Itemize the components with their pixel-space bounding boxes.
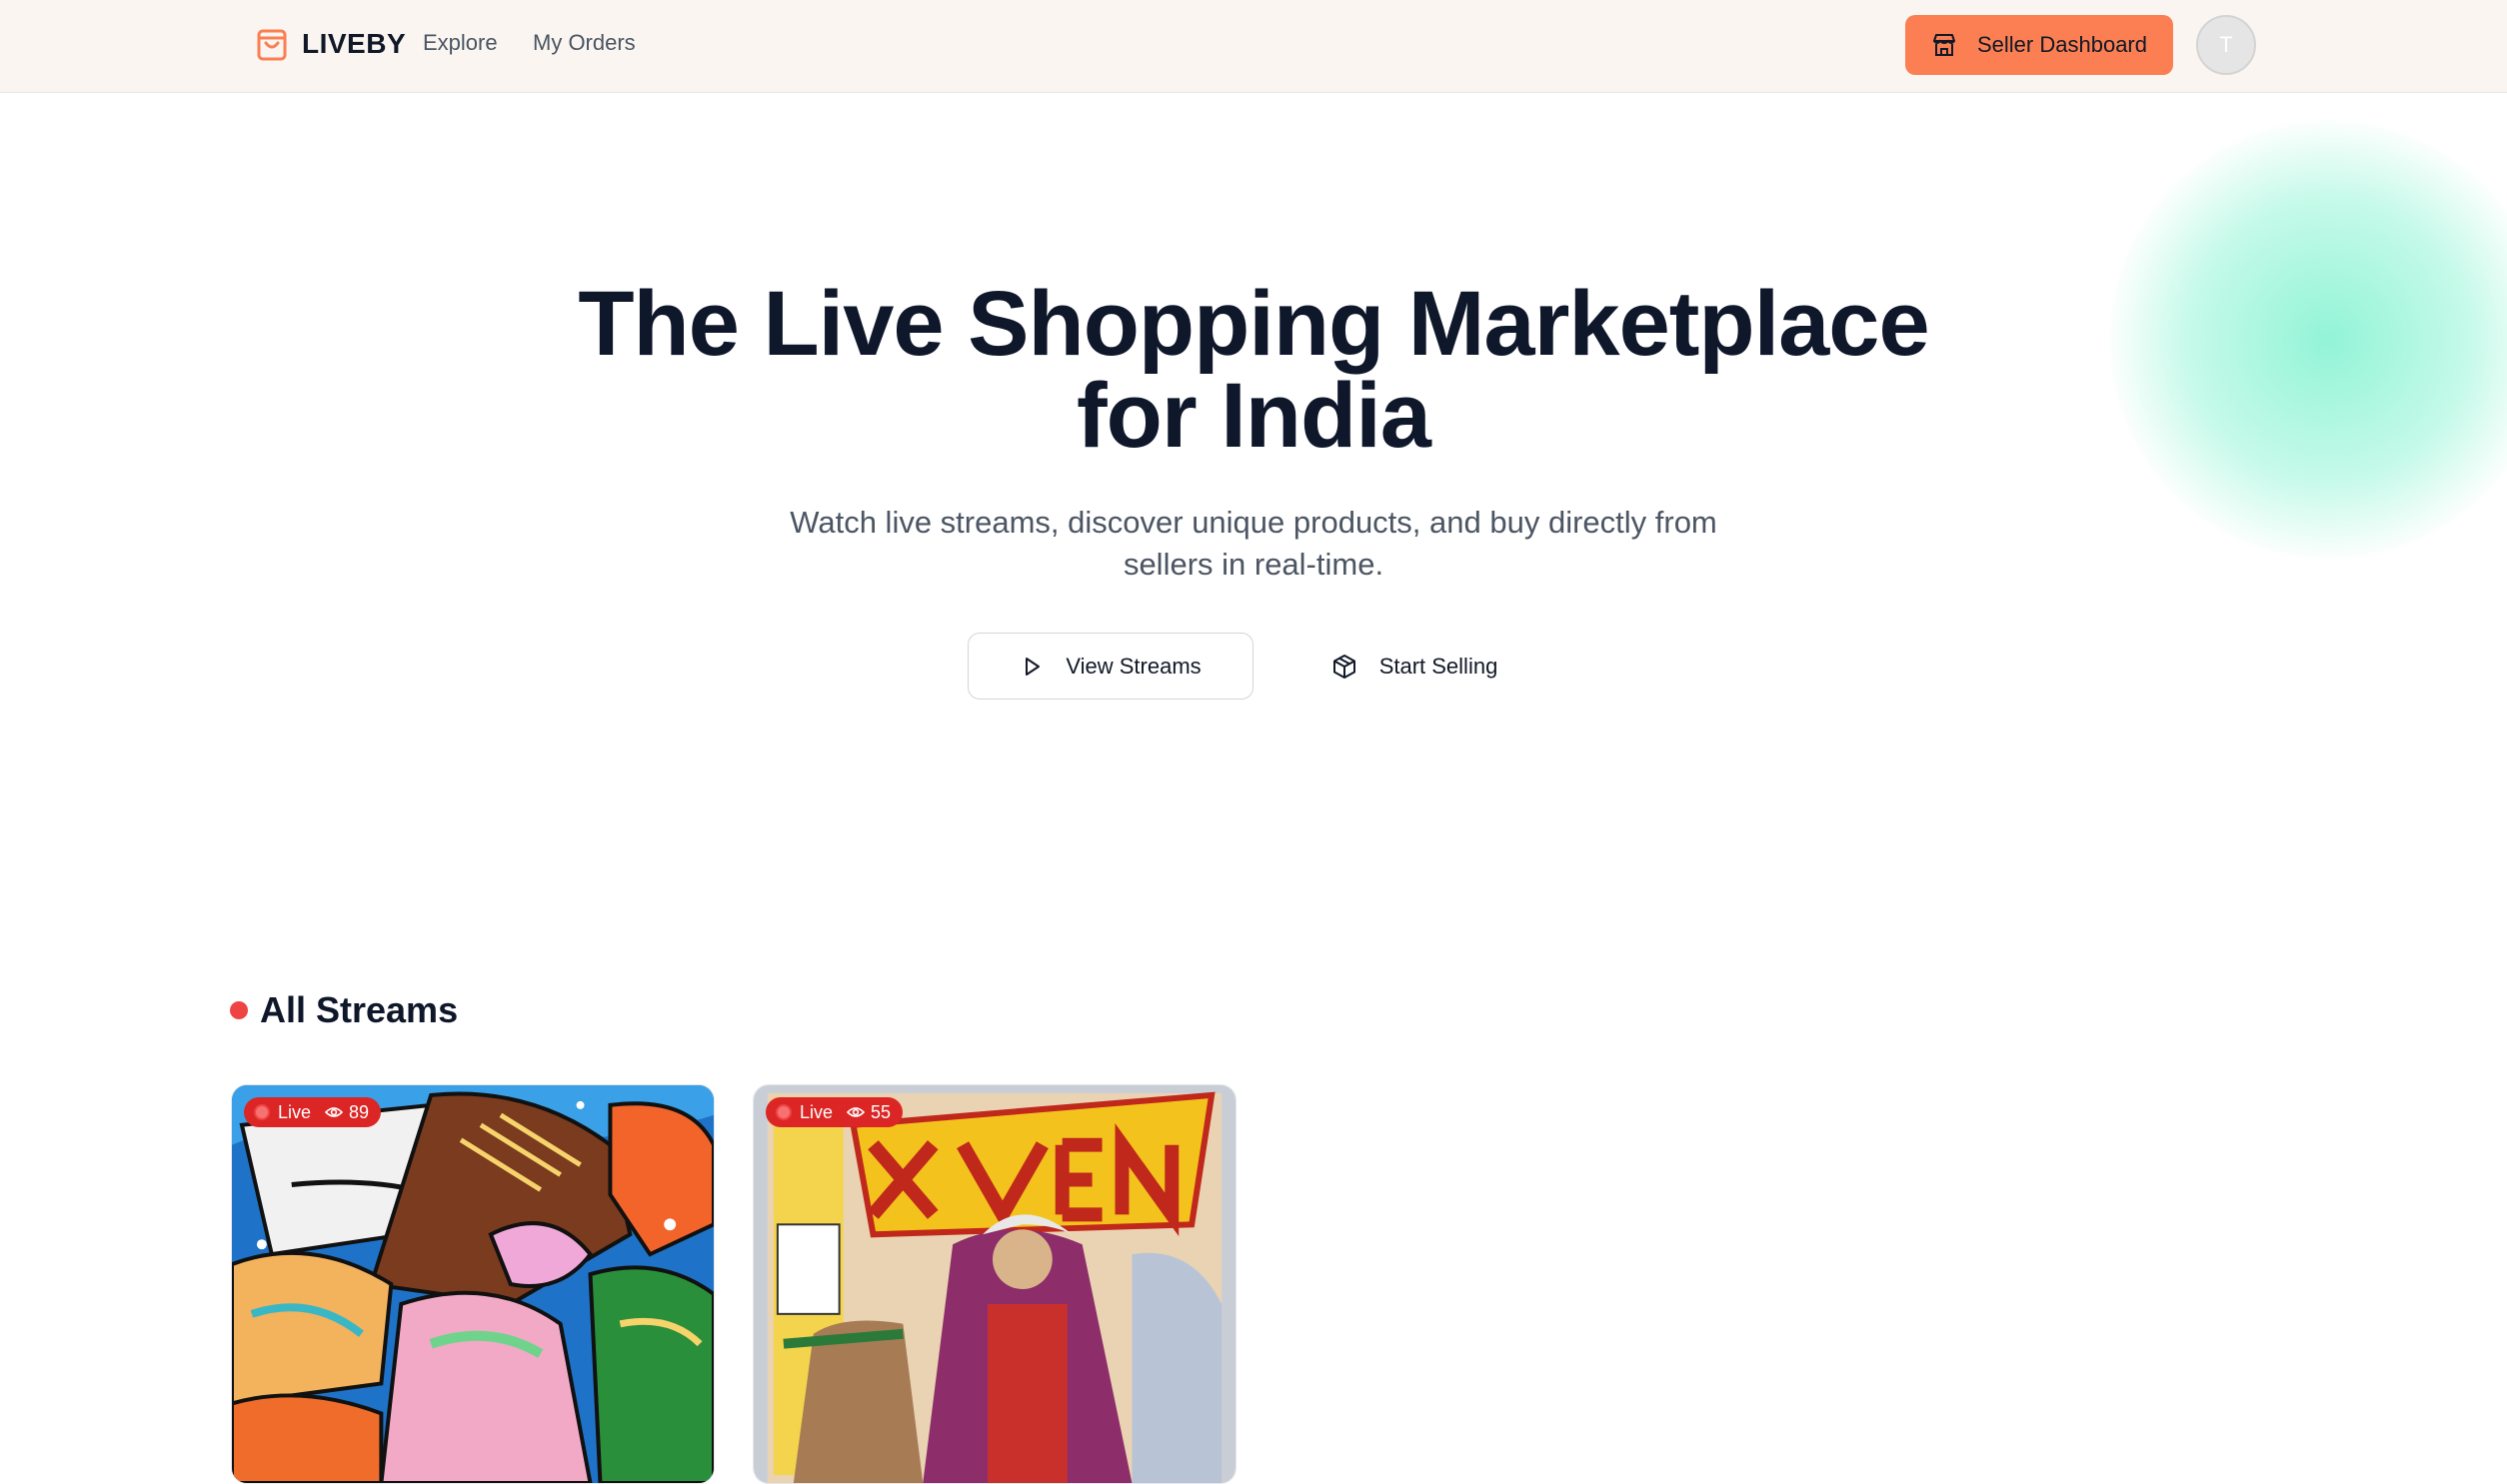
brand-logo[interactable]: LIVEBY [256,26,406,62]
live-badge: Live 89 [244,1097,382,1127]
avatar-initial: T [2219,32,2233,57]
start-selling-label: Start Selling [1378,653,1498,679]
hero-subtitle: Watch live streams, discover unique prod… [704,502,1803,586]
brand-name: LIVEBY [302,28,407,59]
stream-thumbnail-comic [754,1085,1236,1483]
live-dot-icon [230,1001,248,1019]
nav-my-orders[interactable]: My Orders [533,30,636,56]
viewer-count: 55 [871,1101,892,1122]
all-streams-heading: All Streams [230,989,458,1031]
decorative-glow [2109,120,2507,560]
hero-subtitle-line-1: Watch live streams, discover unique prod… [790,505,1717,540]
package-icon [1332,654,1355,679]
live-indicator-icon [776,1104,792,1120]
hero-subtitle-line-2: sellers in real-time. [1123,547,1384,582]
eye-icon [325,1107,344,1117]
start-selling-button[interactable]: Start Selling [1309,633,1519,700]
eye-icon [847,1107,866,1117]
live-indicator-icon [254,1104,270,1120]
live-status: Live [278,1101,312,1122]
top-nav: LIVEBY Explore My Orders Seller Dashboar… [0,0,2507,93]
hero-title: The Live Shopping Marketplace for India [404,278,2103,462]
seller-dashboard-button[interactable]: Seller Dashboard [1905,15,2173,75]
hero-title-line-2: for India [1077,365,1431,467]
shopping-bag-icon [257,29,287,61]
play-icon [1026,657,1041,676]
avatar[interactable]: T [2196,15,2256,75]
stream-card[interactable]: Live 55 [753,1084,1237,1484]
view-streams-button[interactable]: View Streams [968,633,1254,700]
nav-explore[interactable]: Explore [423,30,498,56]
store-icon [1933,34,1955,56]
seller-dashboard-label: Seller Dashboard [1977,32,2147,57]
hero-title-line-1: The Live Shopping Marketplace [578,273,1929,375]
section-title: All Streams [260,989,459,1030]
stream-card[interactable]: Live 89 [231,1084,715,1484]
live-status: Live [800,1101,834,1122]
stream-thumbnail-sneakers [232,1085,714,1483]
viewer-count: 89 [349,1101,370,1122]
view-streams-label: View Streams [1066,653,1202,679]
live-badge: Live 55 [766,1097,904,1127]
